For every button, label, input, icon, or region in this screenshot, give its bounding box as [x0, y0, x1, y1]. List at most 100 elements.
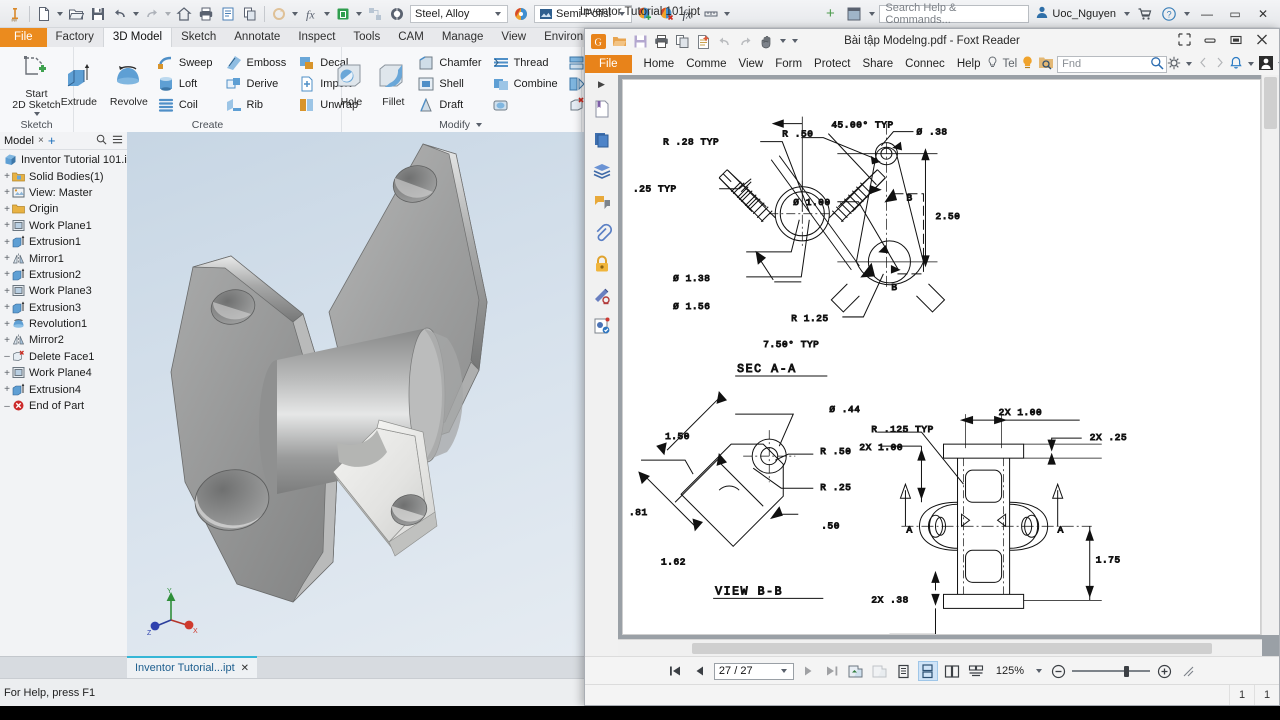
print-icon[interactable] — [652, 32, 671, 51]
measure-icon[interactable] — [701, 4, 721, 24]
chamfer-button[interactable]: Chamfer — [414, 53, 484, 73]
expand-icon[interactable]: + — [2, 384, 12, 395]
extrude-button[interactable]: Extrude — [54, 59, 104, 108]
cart-icon[interactable] — [1135, 4, 1155, 24]
last-page-icon[interactable] — [822, 661, 842, 681]
parameters-icon[interactable]: fx — [301, 4, 321, 24]
material-swatch-icon[interactable] — [333, 4, 353, 24]
tree-node-origin[interactable]: +Origin — [2, 201, 127, 217]
tree-node-revolution1[interactable]: +Revolution1 — [2, 316, 127, 332]
browser-tab-model[interactable]: Model — [4, 135, 34, 147]
fx-parameter-icon[interactable]: fx — [679, 4, 699, 24]
print-icon[interactable] — [196, 4, 216, 24]
loft-button[interactable]: Loft — [154, 74, 216, 94]
pdf-vertical-scrollbar[interactable] — [1261, 75, 1279, 635]
page-thumbnails-icon[interactable] — [592, 130, 612, 153]
rib-button[interactable]: Rib — [222, 95, 290, 115]
window-layout-dropdown-icon[interactable] — [869, 12, 875, 16]
tree-node-mirror1[interactable]: +Mirror1 — [2, 250, 127, 266]
copy-icon[interactable] — [240, 4, 260, 24]
close-icon[interactable]: ✕ — [241, 663, 249, 674]
chevron-down-icon[interactable] — [781, 669, 787, 673]
tree-node-extrusion4[interactable]: +Extrusion4 — [2, 381, 127, 397]
redo-icon[interactable] — [736, 32, 755, 51]
material-selector[interactable]: Steel, Alloy — [410, 5, 508, 23]
tree-node-work-plane1[interactable]: +Work Plane1 — [2, 218, 127, 234]
ribbon-tab-tools[interactable]: Tools — [344, 28, 389, 47]
add-tab-icon[interactable]: + — [820, 4, 840, 24]
new-file-icon[interactable] — [34, 4, 54, 24]
find-magnifier-icon[interactable] — [1150, 56, 1164, 73]
tree-node-root[interactable]: Inventor Tutorial 101.ipt — [2, 152, 127, 168]
tree-node-extrusion3[interactable]: +Extrusion3 — [2, 300, 127, 316]
expand-icon[interactable]: + — [2, 319, 12, 330]
page-number-input[interactable]: 27 / 27 — [714, 663, 794, 680]
search-icon[interactable] — [96, 134, 107, 148]
hole-button[interactable]: Hole — [330, 59, 372, 108]
save-icon[interactable] — [88, 4, 108, 24]
create-pdf-icon[interactable] — [694, 32, 713, 51]
expand-icon[interactable]: + — [2, 302, 12, 313]
browser-add-icon[interactable]: + — [48, 136, 56, 146]
appearance-selector[interactable]: Semi-Polisl — [534, 5, 632, 23]
open-icon[interactable] — [610, 32, 629, 51]
facing-page-icon[interactable] — [942, 661, 962, 681]
appearance-add-icon[interactable] — [635, 4, 655, 24]
expand-icon[interactable]: + — [2, 286, 12, 297]
pdf-horizontal-scrollbar[interactable] — [618, 639, 1262, 657]
draft-button[interactable]: Draft — [414, 95, 484, 115]
foxit-menu-home[interactable]: Home — [638, 55, 681, 73]
measure-dropdown-icon[interactable] — [724, 12, 730, 16]
help-dropdown-icon[interactable] — [1184, 12, 1190, 16]
gear-icon[interactable] — [1167, 56, 1181, 73]
parameters-dropdown-icon[interactable] — [324, 12, 330, 16]
ribbon-tab-manage[interactable]: Manage — [433, 28, 493, 47]
ribbon-tab-sketch[interactable]: Sketch — [172, 28, 225, 47]
derive-button[interactable]: Derive — [222, 74, 290, 94]
ribbon-tab-annotate[interactable]: Annotate — [225, 28, 289, 47]
qat-customize-icon[interactable] — [792, 39, 798, 43]
minimize-icon[interactable] — [1203, 33, 1217, 49]
foxit-menu-form[interactable]: Form — [769, 55, 808, 73]
undo-icon[interactable] — [110, 4, 130, 24]
restore-button[interactable]: ▭ — [1222, 3, 1248, 25]
appearance-remove-icon[interactable] — [657, 4, 677, 24]
security-icon[interactable] — [592, 254, 612, 277]
open-icon[interactable] — [66, 4, 86, 24]
material-dropdown-icon[interactable] — [356, 12, 362, 16]
next-page-icon[interactable] — [798, 661, 818, 681]
expand-navigation-icon[interactable]: ▶ — [598, 79, 605, 91]
user-account[interactable]: Uoc_Nguyen — [1031, 5, 1120, 22]
tree-node-delete-face1[interactable]: –Delete Face1 — [2, 349, 127, 365]
search-input[interactable]: Search Help & Commands... — [879, 5, 1029, 23]
scrollbar-thumb[interactable] — [1264, 77, 1277, 129]
comments-icon[interactable] — [592, 192, 612, 215]
single-page-icon[interactable] — [894, 661, 914, 681]
select-icon[interactable] — [387, 4, 407, 24]
expand-icon[interactable]: + — [2, 335, 12, 346]
sweep-button[interactable]: Sweep — [154, 53, 216, 73]
foxit-menu-connec[interactable]: Connec — [899, 55, 951, 73]
gear-dropdown-icon[interactable] — [1186, 62, 1192, 66]
expand-icon[interactable]: + — [2, 269, 12, 280]
ribbon-tab-inspect[interactable]: Inspect — [289, 28, 344, 47]
shell-button[interactable]: Shell — [414, 74, 484, 94]
ribbon-tab-view[interactable]: View — [492, 28, 535, 47]
help-icon[interactable]: ? — [1159, 4, 1179, 24]
redo-icon[interactable] — [142, 4, 162, 24]
foxit-menu-protect[interactable]: Protect — [808, 55, 856, 73]
tree-node-end-of-part[interactable]: –End of Part — [2, 398, 127, 414]
resize-grip-icon[interactable] — [1178, 661, 1198, 681]
copy-icon[interactable] — [673, 32, 692, 51]
notification-bell-icon[interactable] — [1229, 56, 1243, 73]
user-dropdown-icon[interactable] — [1124, 12, 1130, 16]
expand-icon[interactable]: + — [2, 368, 12, 379]
layers-icon[interactable] — [592, 161, 612, 184]
close-icon[interactable] — [1255, 33, 1269, 49]
new-file-dropdown-icon[interactable] — [57, 12, 63, 16]
search-text-icon[interactable] — [1038, 55, 1054, 73]
expand-icon[interactable]: + — [2, 237, 12, 248]
emboss-button[interactable]: Emboss — [222, 53, 290, 73]
stamp-icon[interactable] — [592, 316, 612, 339]
direct-edit-button[interactable] — [489, 95, 561, 115]
